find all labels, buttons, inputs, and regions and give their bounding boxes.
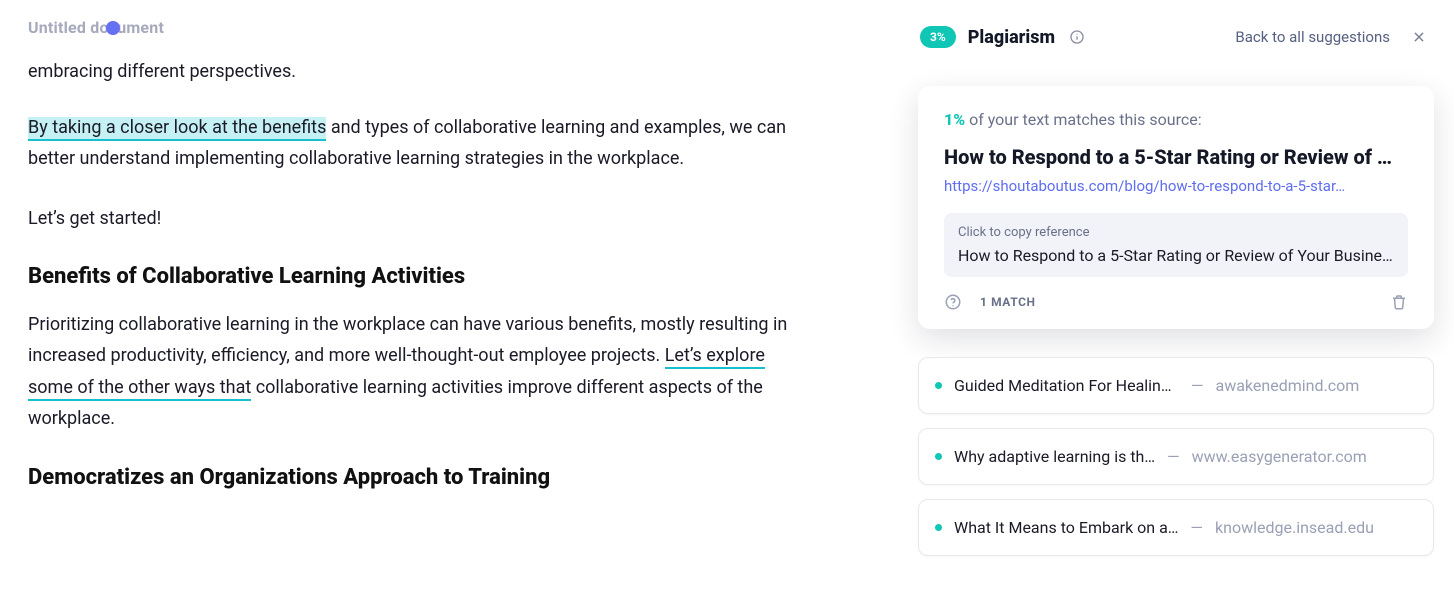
help-icon[interactable] [944,293,962,311]
source-card: 1% of your text matches this source: How… [918,86,1434,329]
heading-benefits: Benefits of Collaborative Learning Activ… [28,258,788,297]
separator: — [1191,518,1204,537]
source-item[interactable]: What It Means to Embark on a… — knowledg… [918,499,1434,556]
match-count: 1 MATCH [980,295,1036,309]
source-title: How to Respond to a 5-Star Rating or Rev… [944,145,1408,169]
paragraph-get-started: Let’s get started! [28,203,788,235]
separator: — [1167,447,1180,466]
source-item-domain: www.easygenerator.com [1192,447,1367,466]
source-item[interactable]: Why adaptive learning is th… — www.easyg… [918,428,1434,485]
copy-reference-button[interactable]: Click to copy reference How to Respond t… [944,213,1408,277]
panel-header: 3% Plagiarism Back to all suggestions [918,6,1434,58]
match-percentage: 1% [944,110,965,129]
paragraph-intro: embracing different perspectives. [28,56,788,88]
trash-icon[interactable] [1390,293,1408,311]
info-icon[interactable] [1069,29,1085,45]
match-summary-text: of your text matches this source: [969,110,1202,129]
other-sources-list: Guided Meditation For Healing Ill… — awa… [918,357,1434,556]
copy-reference-text: How to Respond to a 5-Star Rating or Rev… [958,246,1394,265]
source-item[interactable]: Guided Meditation For Healing Ill… — awa… [918,357,1434,414]
source-item-title: Why adaptive learning is th… [954,447,1155,466]
close-icon[interactable] [1412,30,1426,44]
source-item-title: Guided Meditation For Healing Ill… [954,376,1179,395]
heading-democratizes: Democratizes an Organizations Approach t… [28,459,788,498]
card-footer: 1 MATCH [944,293,1408,311]
separator: — [1191,376,1204,395]
plagiarism-panel: 3% Plagiarism Back to all suggestions 1%… [918,6,1434,556]
percentage-chip: 3% [920,26,956,48]
back-to-suggestions-link[interactable]: Back to all suggestions [1235,28,1390,46]
bullet-icon [935,524,942,531]
source-item-domain: knowledge.insead.edu [1215,518,1374,537]
paragraph-highlighted: By taking a closer look at the benefits … [28,112,788,175]
source-url-link[interactable]: https://shoutaboutus.com/blog/how-to-res… [944,177,1408,195]
match-summary: 1% of your text matches this source: [944,110,1408,129]
paragraph-benefits: Prioritizing collaborative learning in t… [28,309,788,435]
copy-reference-label: Click to copy reference [958,225,1394,240]
document-title: Untitled document [28,18,164,37]
document-body: embracing different perspectives. By tak… [28,56,788,509]
bullet-icon [935,382,942,389]
plagiarism-highlight[interactable]: By taking a closer look at the benefits [28,117,326,141]
source-item-domain: awakenedmind.com [1216,376,1360,395]
panel-title: Plagiarism [968,27,1055,48]
cursor-marker [106,21,120,35]
bullet-icon [935,453,942,460]
source-item-title: What It Means to Embark on a… [954,518,1179,537]
